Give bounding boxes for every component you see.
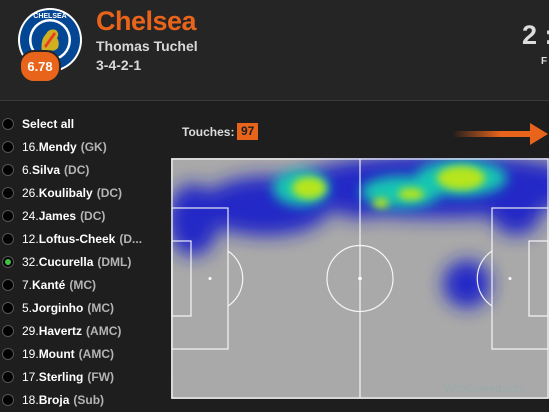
player-position: (DML) [97,254,132,269]
player-position: (AMC) [78,346,114,361]
player-number: 7. [22,277,33,292]
player-option-7[interactable]: 5. Jorginho (MC) [0,296,160,319]
touches-label: Touches: [182,125,235,139]
player-list: Select all 16. Mendy (GK) 6. Silva (DC) 26. Kou… [0,112,160,411]
player-radio[interactable] [2,324,14,337]
player-position: (MC) [69,277,97,292]
player-option-9[interactable]: 19. Mount (AMC) [0,342,160,365]
player-name: Koulibaly [38,185,93,200]
player-option-4[interactable]: 12. Loftus-Cheek (D... [0,227,160,250]
attack-direction-arrow-icon [452,123,548,145]
player-number: 24. [22,208,39,223]
player-name: Mendy [38,139,77,154]
player-option-6[interactable]: 7. Kanté (MC) [0,273,160,296]
player-option-10[interactable]: 17. Sterling (FW) [0,365,160,388]
player-name: Jorginho [32,300,84,315]
touches-count: 97 [237,123,259,140]
player-number: 19. [22,346,39,361]
player-radio[interactable] [2,301,14,314]
match-status: F [541,56,548,67]
player-option-2[interactable]: 26. Koulibaly (DC) [0,181,160,204]
player-number: 17. [22,369,39,384]
team-name[interactable]: Chelsea [96,6,197,37]
select-all-option[interactable]: Select all [0,112,160,135]
team-header: CHELSEA 6.78 Chelsea Thomas Tuchel 3-4-2… [0,0,549,100]
player-option-8[interactable]: 29. Havertz (AMC) [0,319,160,342]
player-name: Loftus-Cheek [38,231,116,246]
header-divider [0,100,549,101]
player-position: (AMC) [86,323,122,338]
player-radio[interactable] [2,186,14,199]
heatmap-pitch [171,158,549,399]
player-position: (FW) [87,369,115,384]
player-position: (DC) [80,208,106,223]
player-number: 26. [22,185,39,200]
player-number: 32. [22,254,39,269]
player-position: (Sub) [73,392,105,407]
player-radio[interactable] [2,255,14,268]
player-option-3[interactable]: 24. James (DC) [0,204,160,227]
player-position: (MC) [87,300,114,315]
team-rating-badge: 6.78 [19,50,61,83]
manager-name: Thomas Tuchel [96,38,198,54]
player-radio[interactable] [2,278,14,291]
player-radio[interactable] [2,209,14,222]
player-radio[interactable] [2,232,14,245]
player-radio[interactable] [2,140,14,153]
player-name: Havertz [38,323,83,338]
player-number: 18. [22,392,39,407]
player-position: (DC) [64,162,90,177]
player-name: Broja [38,392,70,407]
player-position: (DC) [96,185,123,200]
player-radio[interactable] [2,370,14,383]
player-name: Mount [38,346,75,361]
player-number: 12. [22,231,39,246]
match-score: 2 : [522,20,549,50]
player-name: Silva [32,162,61,177]
crest-lettering: CHELSEA [33,13,66,20]
player-option-5[interactable]: 32. Cucurella (DML) [0,250,160,273]
select-all-radio[interactable] [2,117,14,130]
player-number: 16. [22,139,39,154]
player-option-1[interactable]: 6. Silva (DC) [0,158,160,181]
player-radio[interactable] [2,163,14,176]
player-option-11[interactable]: 18. Broja (Sub) [0,388,160,411]
player-number: 5. [22,300,33,315]
player-number: 29. [22,323,39,338]
player-name: Kanté [32,277,66,292]
player-option-0[interactable]: 16. Mendy (GK) [0,135,160,158]
whoscored-watermark: WhoScored.com [444,383,526,395]
player-position: (GK) [80,139,107,154]
player-name: James [38,208,77,223]
player-radio[interactable] [2,393,14,406]
player-radio[interactable] [2,347,14,360]
player-name: Sterling [38,369,84,384]
player-number: 6. [22,162,33,177]
formation: 3-4-2-1 [96,57,142,73]
select-all-label: Select all [22,116,75,131]
player-position: (D... [119,231,143,246]
player-name: Cucurella [38,254,94,269]
